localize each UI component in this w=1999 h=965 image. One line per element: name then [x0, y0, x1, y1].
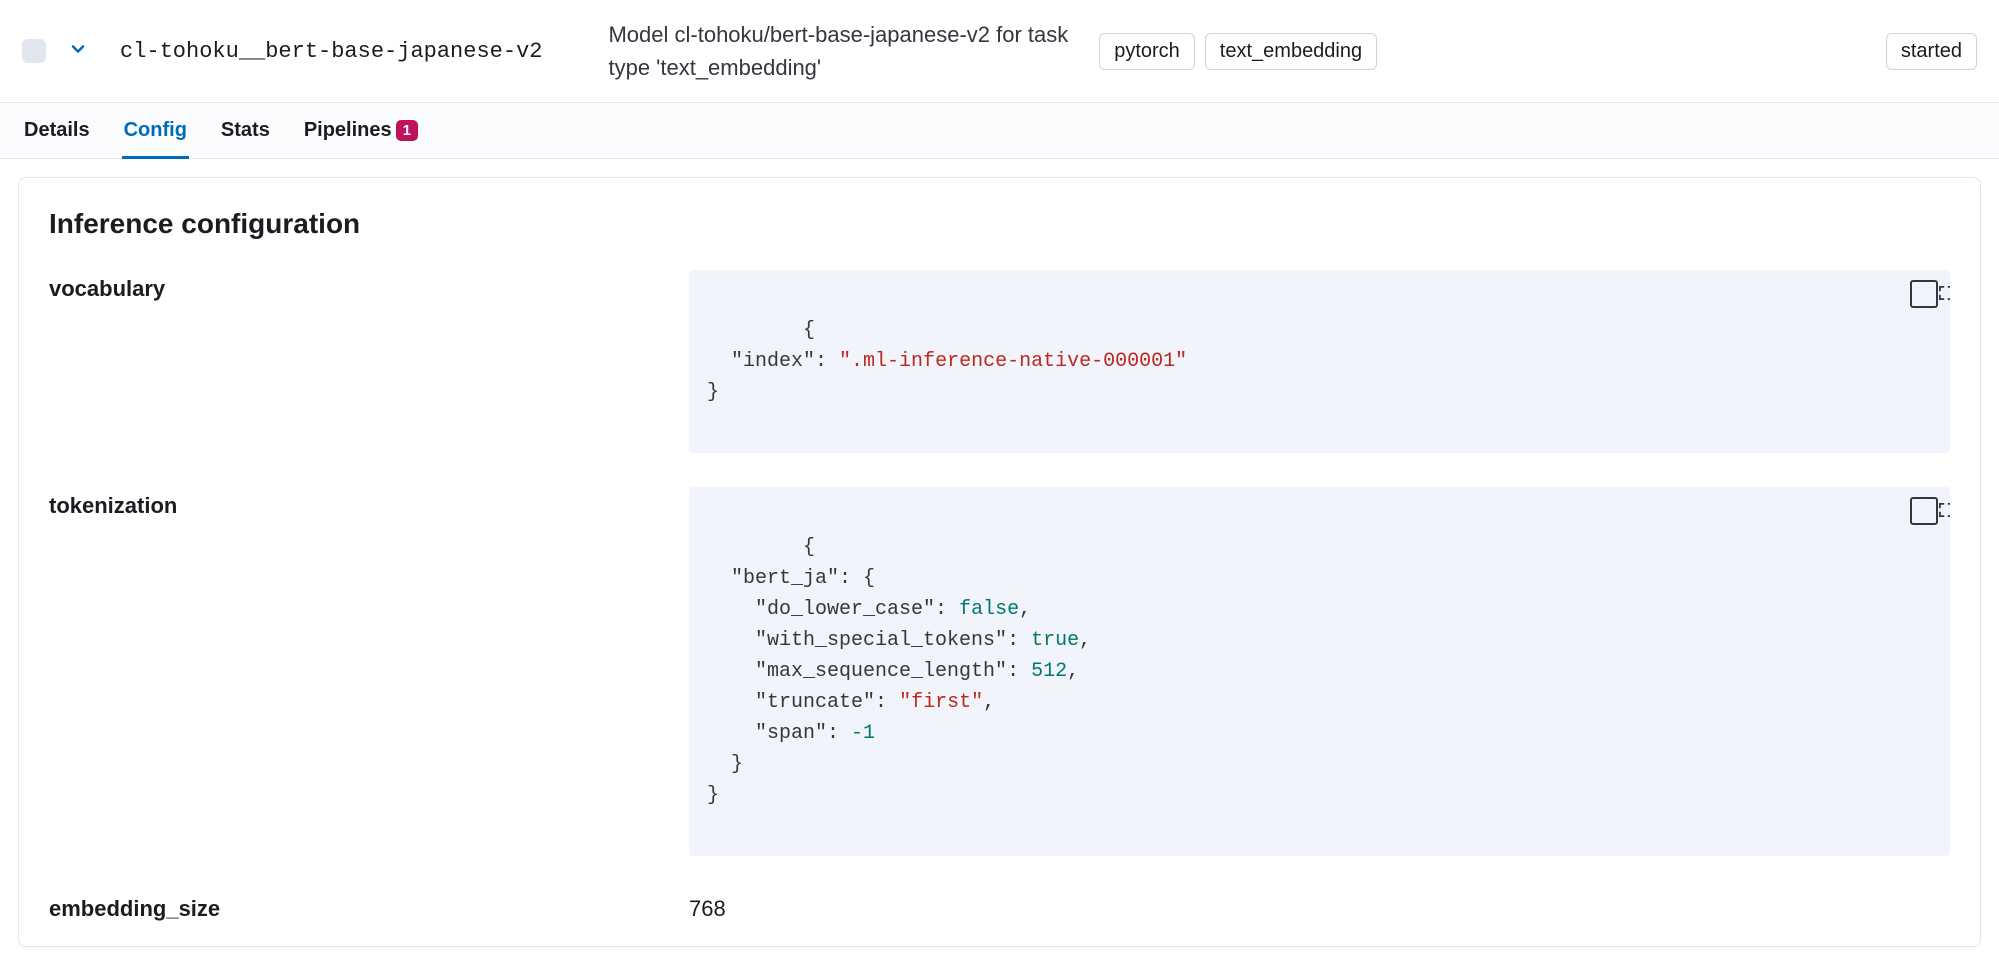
tab-label: Pipelines [304, 119, 392, 142]
tab-stats[interactable]: Stats [219, 103, 272, 158]
vocabulary-row: vocabulary { "index": ".ml-inference-nat… [49, 270, 1950, 453]
badge-task-type: text_embedding [1205, 33, 1377, 70]
pipelines-count-badge: 1 [396, 120, 418, 142]
tab-details[interactable]: Details [22, 103, 92, 158]
embedding-size-row: embedding_size 768 [49, 890, 1950, 922]
panel-title: Inference configuration [49, 208, 1950, 240]
vocabulary-code: { "index": ".ml-inference-native-000001"… [689, 270, 1950, 453]
tabs: Details Config Stats Pipelines 1 [0, 103, 1999, 159]
state-badge-group: started [1886, 33, 1977, 70]
tab-label: Details [24, 119, 90, 142]
tokenization-label: tokenization [49, 487, 689, 519]
inference-config-panel: Inference configuration vocabulary { "in… [18, 177, 1981, 947]
expand-toggle[interactable] [64, 35, 92, 68]
chevron-down-icon [68, 39, 88, 64]
tab-label: Config [124, 119, 187, 142]
tokenization-code: { "bert_ja": { "do_lower_case": false, "… [689, 487, 1950, 856]
expand-code-button[interactable] [1910, 280, 1938, 308]
expand-code-button[interactable] [1910, 497, 1938, 525]
expand-icon [1895, 271, 1950, 318]
model-description: Model cl-tohoku/bert-base-japanese-v2 fo… [608, 18, 1081, 84]
badge-state: started [1886, 33, 1977, 70]
model-id: cl-tohoku__bert-base-japanese-v2 [120, 39, 542, 64]
tab-config[interactable]: Config [122, 103, 189, 158]
model-header: cl-tohoku__bert-base-japanese-v2 Model c… [0, 0, 1999, 103]
badge-framework: pytorch [1099, 33, 1195, 70]
tab-pipelines[interactable]: Pipelines 1 [302, 103, 420, 158]
expand-icon [1895, 488, 1950, 535]
embedding-size-value: 768 [689, 890, 1950, 922]
select-checkbox[interactable] [22, 39, 46, 63]
tab-label: Stats [221, 119, 270, 142]
vocabulary-label: vocabulary [49, 270, 689, 302]
badge-group: pytorch text_embedding [1099, 33, 1377, 70]
tokenization-row: tokenization { "bert_ja": { "do_lower_ca… [49, 487, 1950, 856]
embedding-size-label: embedding_size [49, 890, 689, 922]
